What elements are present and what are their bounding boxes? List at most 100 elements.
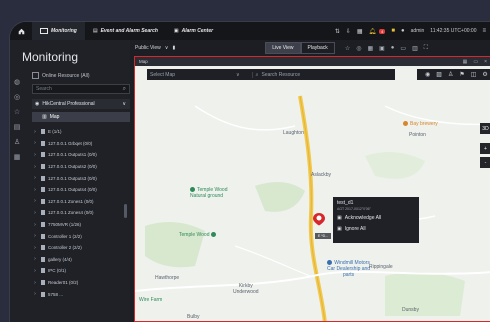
split-icon[interactable]: ▥ (412, 45, 418, 52)
layout-icon[interactable]: ▦ (463, 59, 468, 65)
calendar-icon[interactable]: ▦ (357, 28, 363, 35)
tree-item[interactable]: › 127.0.0.1 Outputs4 (0/0) (32, 184, 130, 196)
tree-item[interactable]: › 7750MVR (1/26) (32, 219, 130, 231)
ignore-all-label: Ignore All (344, 226, 366, 232)
minimize-icon[interactable]: ▭ (473, 59, 478, 65)
zoom-out-button[interactable]: - (480, 157, 490, 168)
tree-item[interactable]: › E (1/1) (32, 126, 130, 138)
live-view-button[interactable]: Live View (265, 42, 301, 54)
layout-icon[interactable]: ▤ (14, 123, 21, 131)
tree-item[interactable]: › Controller 2 (2/2) (32, 242, 130, 254)
resource-panel: Monitoring Online Resource (All) Search … (10, 40, 130, 322)
device-icon (41, 256, 45, 262)
layout-icon[interactable]: ▦ (367, 45, 373, 52)
tab-event-alarm-search[interactable]: ▤ Event and Alarm Search (85, 22, 166, 40)
expand-arrow-icon[interactable]: › (32, 187, 38, 193)
site-selector[interactable]: ◉ HikCentral Professional ∨ (32, 99, 130, 109)
expand-arrow-icon[interactable]: › (32, 152, 38, 158)
globe-icon[interactable]: ◍ (14, 78, 20, 86)
tree-item[interactable]: › 127.0.0.1 Zones4 (0/0) (32, 207, 130, 219)
save-view-icon[interactable]: ▮ (172, 45, 175, 51)
export-icon[interactable]: ⇩ (346, 28, 351, 35)
record-icon[interactable]: ● (391, 45, 395, 52)
expand-arrow-icon[interactable]: › (32, 198, 38, 204)
resource-search-field[interactable]: ⌕ Search Resource (251, 71, 300, 78)
camera-icon[interactable]: ◫ (471, 71, 477, 78)
expand-arrow-icon[interactable]: › (32, 245, 38, 251)
expand-arrow-icon[interactable]: › (32, 175, 38, 181)
tree-item[interactable]: › 127.0.0.1 Outputs3 (0/0) (32, 172, 130, 184)
alarm-bell-icon[interactable]: 🔔︎ (369, 28, 377, 35)
place-aslackby: Aslackby (311, 172, 332, 178)
person-icon[interactable]: ♙ (448, 71, 453, 78)
camera-icon[interactable]: ◎ (14, 93, 20, 101)
view-tools: ☆ ◎ ▦ ▣ ● ▭ ▥ ⛶ (345, 45, 428, 52)
warning-icon[interactable]: ■ (391, 28, 395, 34)
person-icon[interactable]: ♙ (14, 138, 20, 146)
scrollbar[interactable] (124, 204, 127, 218)
site-icon: ◉ (35, 101, 40, 107)
tab-monitoring-label: Monitoring (51, 28, 77, 34)
device-icon (41, 152, 45, 158)
ignore-all-button[interactable]: ▣ Ignore All (337, 226, 415, 232)
resource-search-input[interactable]: Search ⌕ (32, 84, 130, 94)
tree-item[interactable]: › IPC (0/1) (32, 265, 130, 277)
expand-arrow-icon[interactable]: › (32, 291, 38, 297)
search-doc-icon: ▤ (92, 28, 98, 34)
tree-item[interactable]: › Controller 1 (2/2) (32, 230, 130, 242)
online-checkbox[interactable] (32, 72, 39, 79)
view-toolbar: Public View ∨ ▮ Live View Playback ☆ ◎ ▦… (130, 40, 490, 56)
grid-icon[interactable]: ▦ (14, 153, 21, 161)
select-map-dropdown[interactable]: Select Map (147, 72, 236, 78)
flag-icon[interactable]: ⚑ (459, 71, 464, 78)
user-icon[interactable]: ● (401, 28, 405, 34)
star-icon[interactable]: ☆ (345, 45, 350, 52)
star-icon[interactable]: ☆ (14, 108, 20, 116)
tree-item[interactable]: › 127.0.0.1 Zones1 (0/0) (32, 196, 130, 208)
tree-item[interactable]: › Reader01 (0/2) (32, 277, 130, 289)
zoom-in-button[interactable]: + (480, 143, 490, 154)
picture-icon[interactable]: ▨ (436, 71, 442, 78)
expand-arrow-icon[interactable]: › (32, 222, 38, 228)
car-icon (327, 260, 333, 266)
download-icon[interactable]: ⇅ (335, 28, 340, 35)
public-view-selector[interactable]: Public View ∨ ▮ (135, 45, 175, 51)
expand-arrow-icon[interactable]: › (32, 210, 38, 216)
playback-button[interactable]: Playback (300, 42, 335, 54)
tree-item[interactable]: › 127.0.0.1 Outputs1 (0/0) (32, 149, 130, 161)
fisheye-icon[interactable]: ◎ (356, 45, 361, 52)
online-resource-filter[interactable]: Online Resource (All) (32, 72, 90, 79)
search-icon[interactable]: ⌕ (123, 86, 126, 93)
home-button[interactable] (10, 22, 32, 40)
capture-icon[interactable]: ▣ (379, 45, 385, 52)
map-window[interactable]: Map ▦ ▭ × Select Map ∨ ⌕ Search Resource… (134, 56, 490, 322)
tree-item[interactable]: › 127.0.0.1 Grbqet (0/0) (32, 138, 130, 150)
tree-item[interactable]: › 127.0.0.1 Outputs2 (0/0) (32, 161, 130, 173)
fullscreen-icon[interactable]: ⛶ (424, 45, 428, 52)
map-canvas[interactable] (135, 66, 490, 322)
acknowledge-all-button[interactable]: ▣ Acknowledge All (337, 215, 415, 221)
menu-icon[interactable]: ≡ (482, 28, 486, 34)
tree-item[interactable]: › 5758 ... (32, 288, 130, 300)
expand-arrow-icon[interactable]: › (32, 233, 38, 239)
device-icon (41, 280, 45, 286)
expand-arrow-icon[interactable]: › (32, 280, 38, 286)
tree-item-label: E (1/1) (48, 129, 62, 135)
eye-icon[interactable]: ◉ (425, 71, 430, 78)
username[interactable]: admin (411, 28, 425, 34)
tree-item-label: 127.0.0.1 Outputs2 (0/0) (48, 164, 97, 170)
window-icon[interactable]: ▭ (400, 45, 406, 52)
settings-icon[interactable]: ⚙ (482, 71, 487, 78)
expand-arrow-icon[interactable]: › (32, 129, 38, 135)
expand-arrow-icon[interactable]: › (32, 164, 38, 170)
close-icon[interactable]: × (484, 59, 487, 65)
tab-monitoring[interactable]: Monitoring (32, 22, 85, 40)
expand-arrow-icon[interactable]: › (32, 140, 38, 146)
tree-item[interactable]: › gallery (4/4) (32, 254, 130, 266)
tab-alarm-center[interactable]: ▣ Alarm Center (166, 22, 221, 40)
3d-toggle-button[interactable]: 3D (480, 123, 490, 134)
expand-arrow-icon[interactable]: › (32, 256, 38, 262)
tree-item-map[interactable]: ▥ Map (32, 112, 130, 122)
alarm-pin[interactable] (312, 212, 326, 226)
expand-arrow-icon[interactable]: › (32, 268, 38, 274)
